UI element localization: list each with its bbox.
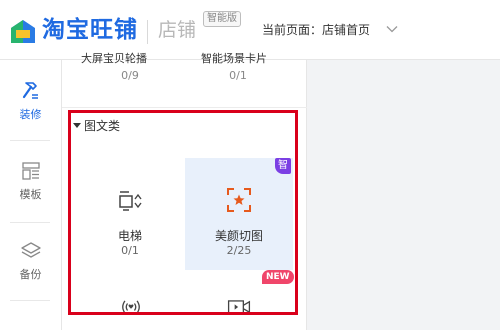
canvas-area xyxy=(307,60,500,330)
sidebar-item-backup[interactable]: 备份 xyxy=(0,240,61,282)
logo-divider xyxy=(147,20,148,44)
current-page-selector[interactable]: 当前页面：店铺首页 xyxy=(262,22,370,38)
shop-logo-icon xyxy=(11,20,35,43)
elevator-icon xyxy=(119,191,142,211)
sidebar-divider xyxy=(10,222,50,223)
hammer-icon xyxy=(22,82,38,99)
video-camera-icon xyxy=(227,300,251,314)
module-card-count: 2/25 xyxy=(226,244,252,257)
section-header-image-text[interactable]: 图文类 xyxy=(73,118,120,134)
section-title: 图文类 xyxy=(84,119,121,133)
module-label: 智能场景卡片 xyxy=(201,52,267,65)
module-card-name: 电梯 xyxy=(117,229,142,243)
smart-tag: 智 xyxy=(275,158,291,174)
sidebar-item-label: 模板 xyxy=(19,188,42,201)
top-bar: 淘宝旺铺 店铺 智能版 当前页面：店铺首页 xyxy=(0,0,500,60)
sidebar-divider xyxy=(10,140,50,141)
module-count: 0/9 xyxy=(121,69,139,82)
module-count: 0/1 xyxy=(229,69,247,82)
module-card-elevator[interactable]: 电梯 0/1 xyxy=(76,158,184,270)
chevron-down-icon[interactable] xyxy=(385,22,399,36)
sidebar-item-label: 装修 xyxy=(19,108,42,121)
sidebar-divider xyxy=(10,300,50,301)
template-icon xyxy=(21,162,40,180)
layers-icon xyxy=(20,242,41,258)
module-card-name: 美颜切图 xyxy=(214,229,263,243)
brand-name: 淘宝旺铺 xyxy=(42,17,138,43)
module-card-count: 0/1 xyxy=(121,244,139,257)
module-panel: 大屏宝贝轮播 0/9 智能场景卡片 0/1 图文类 电梯 0/1 智 美颜切图 … xyxy=(62,52,307,330)
caret-down-icon xyxy=(73,123,81,128)
left-sidebar: 装修 模板 备份 xyxy=(0,60,62,330)
sidebar-item-decorate[interactable]: 装修 xyxy=(0,80,61,122)
module-card-beauty-slice[interactable]: 智 美颜切图 2/25 xyxy=(185,158,293,270)
new-tag: NEW xyxy=(262,270,294,284)
crop-star-icon xyxy=(227,188,251,212)
store-label: 店铺 xyxy=(158,19,197,41)
sidebar-item-template[interactable]: 模板 xyxy=(0,160,61,202)
live-signal-icon xyxy=(122,300,140,314)
edition-badge: 智能版 xyxy=(203,11,241,27)
module-label: 大屏宝贝轮播 xyxy=(81,52,147,65)
sidebar-item-label: 备份 xyxy=(19,268,42,281)
section-divider xyxy=(62,107,307,108)
